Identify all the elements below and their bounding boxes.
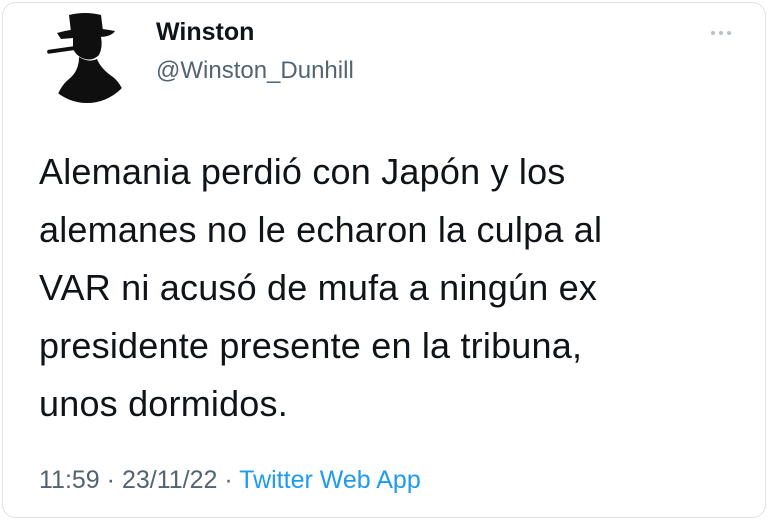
avatar[interactable] <box>39 7 135 103</box>
meta-separator: · <box>99 466 122 494</box>
display-name[interactable]: Winston <box>156 18 254 47</box>
user-handle[interactable]: @Winston_Dunhill <box>156 57 354 85</box>
tweet-card: Winston @Winston_Dunhill Alemania perdió… <box>2 2 766 518</box>
tweet-time[interactable]: 11:59 <box>39 466 100 494</box>
more-options-button[interactable] <box>703 21 739 45</box>
silhouette-hat-cigar-icon <box>47 13 127 103</box>
tweet-metadata: 11:59 · 23/11/22 · Twitter Web App <box>39 466 421 495</box>
tweet-text: Alemania perdió con Japón y los alemanes… <box>39 151 603 424</box>
more-horizontal-icon <box>709 31 733 35</box>
tweet-source-link[interactable]: Twitter Web App <box>239 466 421 494</box>
tweet-date[interactable]: 23/11/22 <box>122 466 217 494</box>
meta-separator: · <box>217 466 240 494</box>
